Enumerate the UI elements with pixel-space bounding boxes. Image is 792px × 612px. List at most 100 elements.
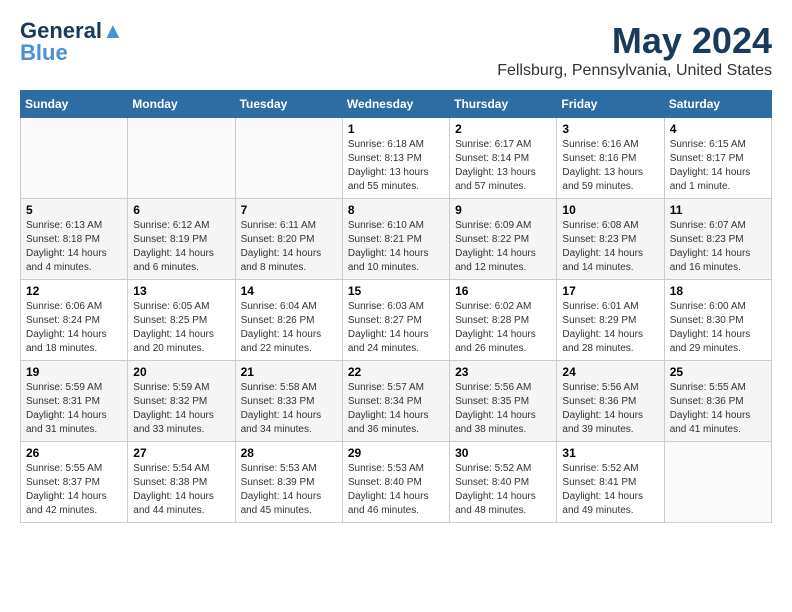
calendar-cell: 14Sunrise: 6:04 AMSunset: 8:26 PMDayligh… <box>235 280 342 361</box>
calendar-week-4: 19 Sunrise: 5:59 AMSunset: 8:31 PMDayligh… <box>21 361 772 442</box>
calendar-cell: 24 Sunrise: 5:56 AMSunset: 8:36 PMDayligh… <box>557 361 664 442</box>
calendar-cell <box>664 442 771 523</box>
calendar-cell: 16 Sunrise: 6:02 AMSunset: 8:28 PMDayligh… <box>450 280 557 361</box>
calendar-cell <box>21 118 128 199</box>
day-number: 31 <box>562 446 658 460</box>
calendar-cell: 21 Sunrise: 5:58 AMSunset: 8:33 PMDayligh… <box>235 361 342 442</box>
day-info: Sunrise: 6:06 AMSunset: 8:24 PMDaylight:… <box>26 300 122 356</box>
month-title: May 2024 <box>497 20 772 62</box>
day-number: 15 <box>348 284 444 298</box>
calendar-cell: 9Sunrise: 6:09 AMSunset: 8:22 PMDaylight… <box>450 199 557 280</box>
calendar-week-5: 26 Sunrise: 5:55 AMSunset: 8:37 PMDayligh… <box>21 442 772 523</box>
day-number: 17 <box>562 284 658 298</box>
calendar-cell: 30 Sunrise: 5:52 AMSunset: 8:40 PMDayligh… <box>450 442 557 523</box>
calendar-cell: 28 Sunrise: 5:53 AMSunset: 8:39 PMDayligh… <box>235 442 342 523</box>
day-info: Sunrise: 5:59 AMSunset: 8:31 PMDaylight:… <box>26 381 122 437</box>
day-info: Sunrise: 6:08 AMSunset: 8:23 PMDaylight:… <box>562 219 658 275</box>
day-info: Sunrise: 5:58 AMSunset: 8:33 PMDaylight:… <box>241 381 337 437</box>
calendar-cell: 13Sunrise: 6:05 AMSunset: 8:25 PMDayligh… <box>128 280 235 361</box>
day-info: Sunrise: 6:07 AMSunset: 8:23 PMDaylight:… <box>670 219 766 275</box>
day-number: 22 <box>348 365 444 379</box>
title-area: May 2024 Fellsburg, Pennsylvania, United… <box>497 20 772 80</box>
day-number: 26 <box>26 446 122 460</box>
calendar-cell: 26 Sunrise: 5:55 AMSunset: 8:37 PMDayligh… <box>21 442 128 523</box>
day-info: Sunrise: 6:02 AMSunset: 8:28 PMDaylight:… <box>455 300 551 356</box>
day-number: 11 <box>670 203 766 217</box>
calendar-cell: 22 Sunrise: 5:57 AMSunset: 8:34 PMDayligh… <box>342 361 449 442</box>
day-info: Sunrise: 5:56 AMSunset: 8:35 PMDaylight:… <box>455 381 551 437</box>
day-info: Sunrise: 6:01 AMSunset: 8:29 PMDaylight:… <box>562 300 658 356</box>
day-info: Sunrise: 6:11 AMSunset: 8:20 PMDaylight:… <box>241 219 337 275</box>
day-info: Sunrise: 5:55 AMSunset: 8:37 PMDaylight:… <box>26 462 122 518</box>
day-info: Sunrise: 6:12 AMSunset: 8:19 PMDaylight:… <box>133 219 229 275</box>
day-number: 24 <box>562 365 658 379</box>
header: General▲ Blue May 2024 Fellsburg, Pennsy… <box>20 20 772 80</box>
day-number: 14 <box>241 284 337 298</box>
location-title: Fellsburg, Pennsylvania, United States <box>497 62 772 80</box>
day-number: 30 <box>455 446 551 460</box>
day-header-friday: Friday <box>557 91 664 118</box>
calendar-cell: 10 Sunrise: 6:08 AMSunset: 8:23 PMDayligh… <box>557 199 664 280</box>
day-number: 27 <box>133 446 229 460</box>
day-header-wednesday: Wednesday <box>342 91 449 118</box>
day-number: 21 <box>241 365 337 379</box>
day-info: Sunrise: 6:18 AMSunset: 8:13 PMDaylight:… <box>348 138 444 194</box>
day-number: 12 <box>26 284 122 298</box>
day-number: 9 <box>455 203 551 217</box>
day-info: Sunrise: 5:56 AMSunset: 8:36 PMDaylight:… <box>562 381 658 437</box>
day-info: Sunrise: 5:59 AMSunset: 8:32 PMDaylight:… <box>133 381 229 437</box>
day-number: 28 <box>241 446 337 460</box>
day-info: Sunrise: 6:16 AMSunset: 8:16 PMDaylight:… <box>562 138 658 194</box>
calendar-week-1: 1 Sunrise: 6:18 AMSunset: 8:13 PMDaylight… <box>21 118 772 199</box>
day-header-monday: Monday <box>128 91 235 118</box>
day-number: 4 <box>670 122 766 136</box>
day-number: 5 <box>26 203 122 217</box>
day-number: 6 <box>133 203 229 217</box>
day-info: Sunrise: 5:53 AMSunset: 8:40 PMDaylight:… <box>348 462 444 518</box>
calendar-cell: 15 Sunrise: 6:03 AMSunset: 8:27 PMDayligh… <box>342 280 449 361</box>
calendar-cell: 29 Sunrise: 5:53 AMSunset: 8:40 PMDayligh… <box>342 442 449 523</box>
calendar-cell: 11 Sunrise: 6:07 AMSunset: 8:23 PMDayligh… <box>664 199 771 280</box>
day-info: Sunrise: 5:52 AMSunset: 8:40 PMDaylight:… <box>455 462 551 518</box>
day-number: 19 <box>26 365 122 379</box>
day-info: Sunrise: 5:57 AMSunset: 8:34 PMDaylight:… <box>348 381 444 437</box>
calendar-cell: 25Sunrise: 5:55 AMSunset: 8:36 PMDayligh… <box>664 361 771 442</box>
calendar-week-3: 12 Sunrise: 6:06 AMSunset: 8:24 PMDayligh… <box>21 280 772 361</box>
calendar-cell <box>235 118 342 199</box>
day-header-thursday: Thursday <box>450 91 557 118</box>
calendar-cell: 12 Sunrise: 6:06 AMSunset: 8:24 PMDayligh… <box>21 280 128 361</box>
day-info: Sunrise: 6:17 AMSunset: 8:14 PMDaylight:… <box>455 138 551 194</box>
calendar-cell: 4Sunrise: 6:15 AMSunset: 8:17 PMDaylight… <box>664 118 771 199</box>
day-number: 10 <box>562 203 658 217</box>
day-info: Sunrise: 5:52 AMSunset: 8:41 PMDaylight:… <box>562 462 658 518</box>
day-number: 25 <box>670 365 766 379</box>
calendar-cell: 1 Sunrise: 6:18 AMSunset: 8:13 PMDaylight… <box>342 118 449 199</box>
day-number: 16 <box>455 284 551 298</box>
calendar-cell: 8Sunrise: 6:10 AMSunset: 8:21 PMDaylight… <box>342 199 449 280</box>
day-number: 7 <box>241 203 337 217</box>
calendar-week-2: 5Sunrise: 6:13 AMSunset: 8:18 PMDaylight… <box>21 199 772 280</box>
day-header-saturday: Saturday <box>664 91 771 118</box>
day-number: 20 <box>133 365 229 379</box>
day-number: 18 <box>670 284 766 298</box>
calendar-cell: 17 Sunrise: 6:01 AMSunset: 8:29 PMDayligh… <box>557 280 664 361</box>
day-info: Sunrise: 5:54 AMSunset: 8:38 PMDaylight:… <box>133 462 229 518</box>
day-info: Sunrise: 6:03 AMSunset: 8:27 PMDaylight:… <box>348 300 444 356</box>
day-number: 2 <box>455 122 551 136</box>
calendar-cell: 19 Sunrise: 5:59 AMSunset: 8:31 PMDayligh… <box>21 361 128 442</box>
day-info: Sunrise: 5:53 AMSunset: 8:39 PMDaylight:… <box>241 462 337 518</box>
calendar-cell: 6 Sunrise: 6:12 AMSunset: 8:19 PMDaylight… <box>128 199 235 280</box>
logo-text: General▲ <box>20 20 124 42</box>
logo-blue: Blue <box>20 42 68 64</box>
day-number: 1 <box>348 122 444 136</box>
day-number: 23 <box>455 365 551 379</box>
day-info: Sunrise: 6:10 AMSunset: 8:21 PMDaylight:… <box>348 219 444 275</box>
calendar-cell: 27 Sunrise: 5:54 AMSunset: 8:38 PMDayligh… <box>128 442 235 523</box>
calendar-cell: 23 Sunrise: 5:56 AMSunset: 8:35 PMDayligh… <box>450 361 557 442</box>
calendar-cell: 7 Sunrise: 6:11 AMSunset: 8:20 PMDaylight… <box>235 199 342 280</box>
day-number: 3 <box>562 122 658 136</box>
day-number: 29 <box>348 446 444 460</box>
calendar-cell: 2 Sunrise: 6:17 AMSunset: 8:14 PMDaylight… <box>450 118 557 199</box>
logo: General▲ Blue <box>20 20 124 64</box>
day-header-tuesday: Tuesday <box>235 91 342 118</box>
